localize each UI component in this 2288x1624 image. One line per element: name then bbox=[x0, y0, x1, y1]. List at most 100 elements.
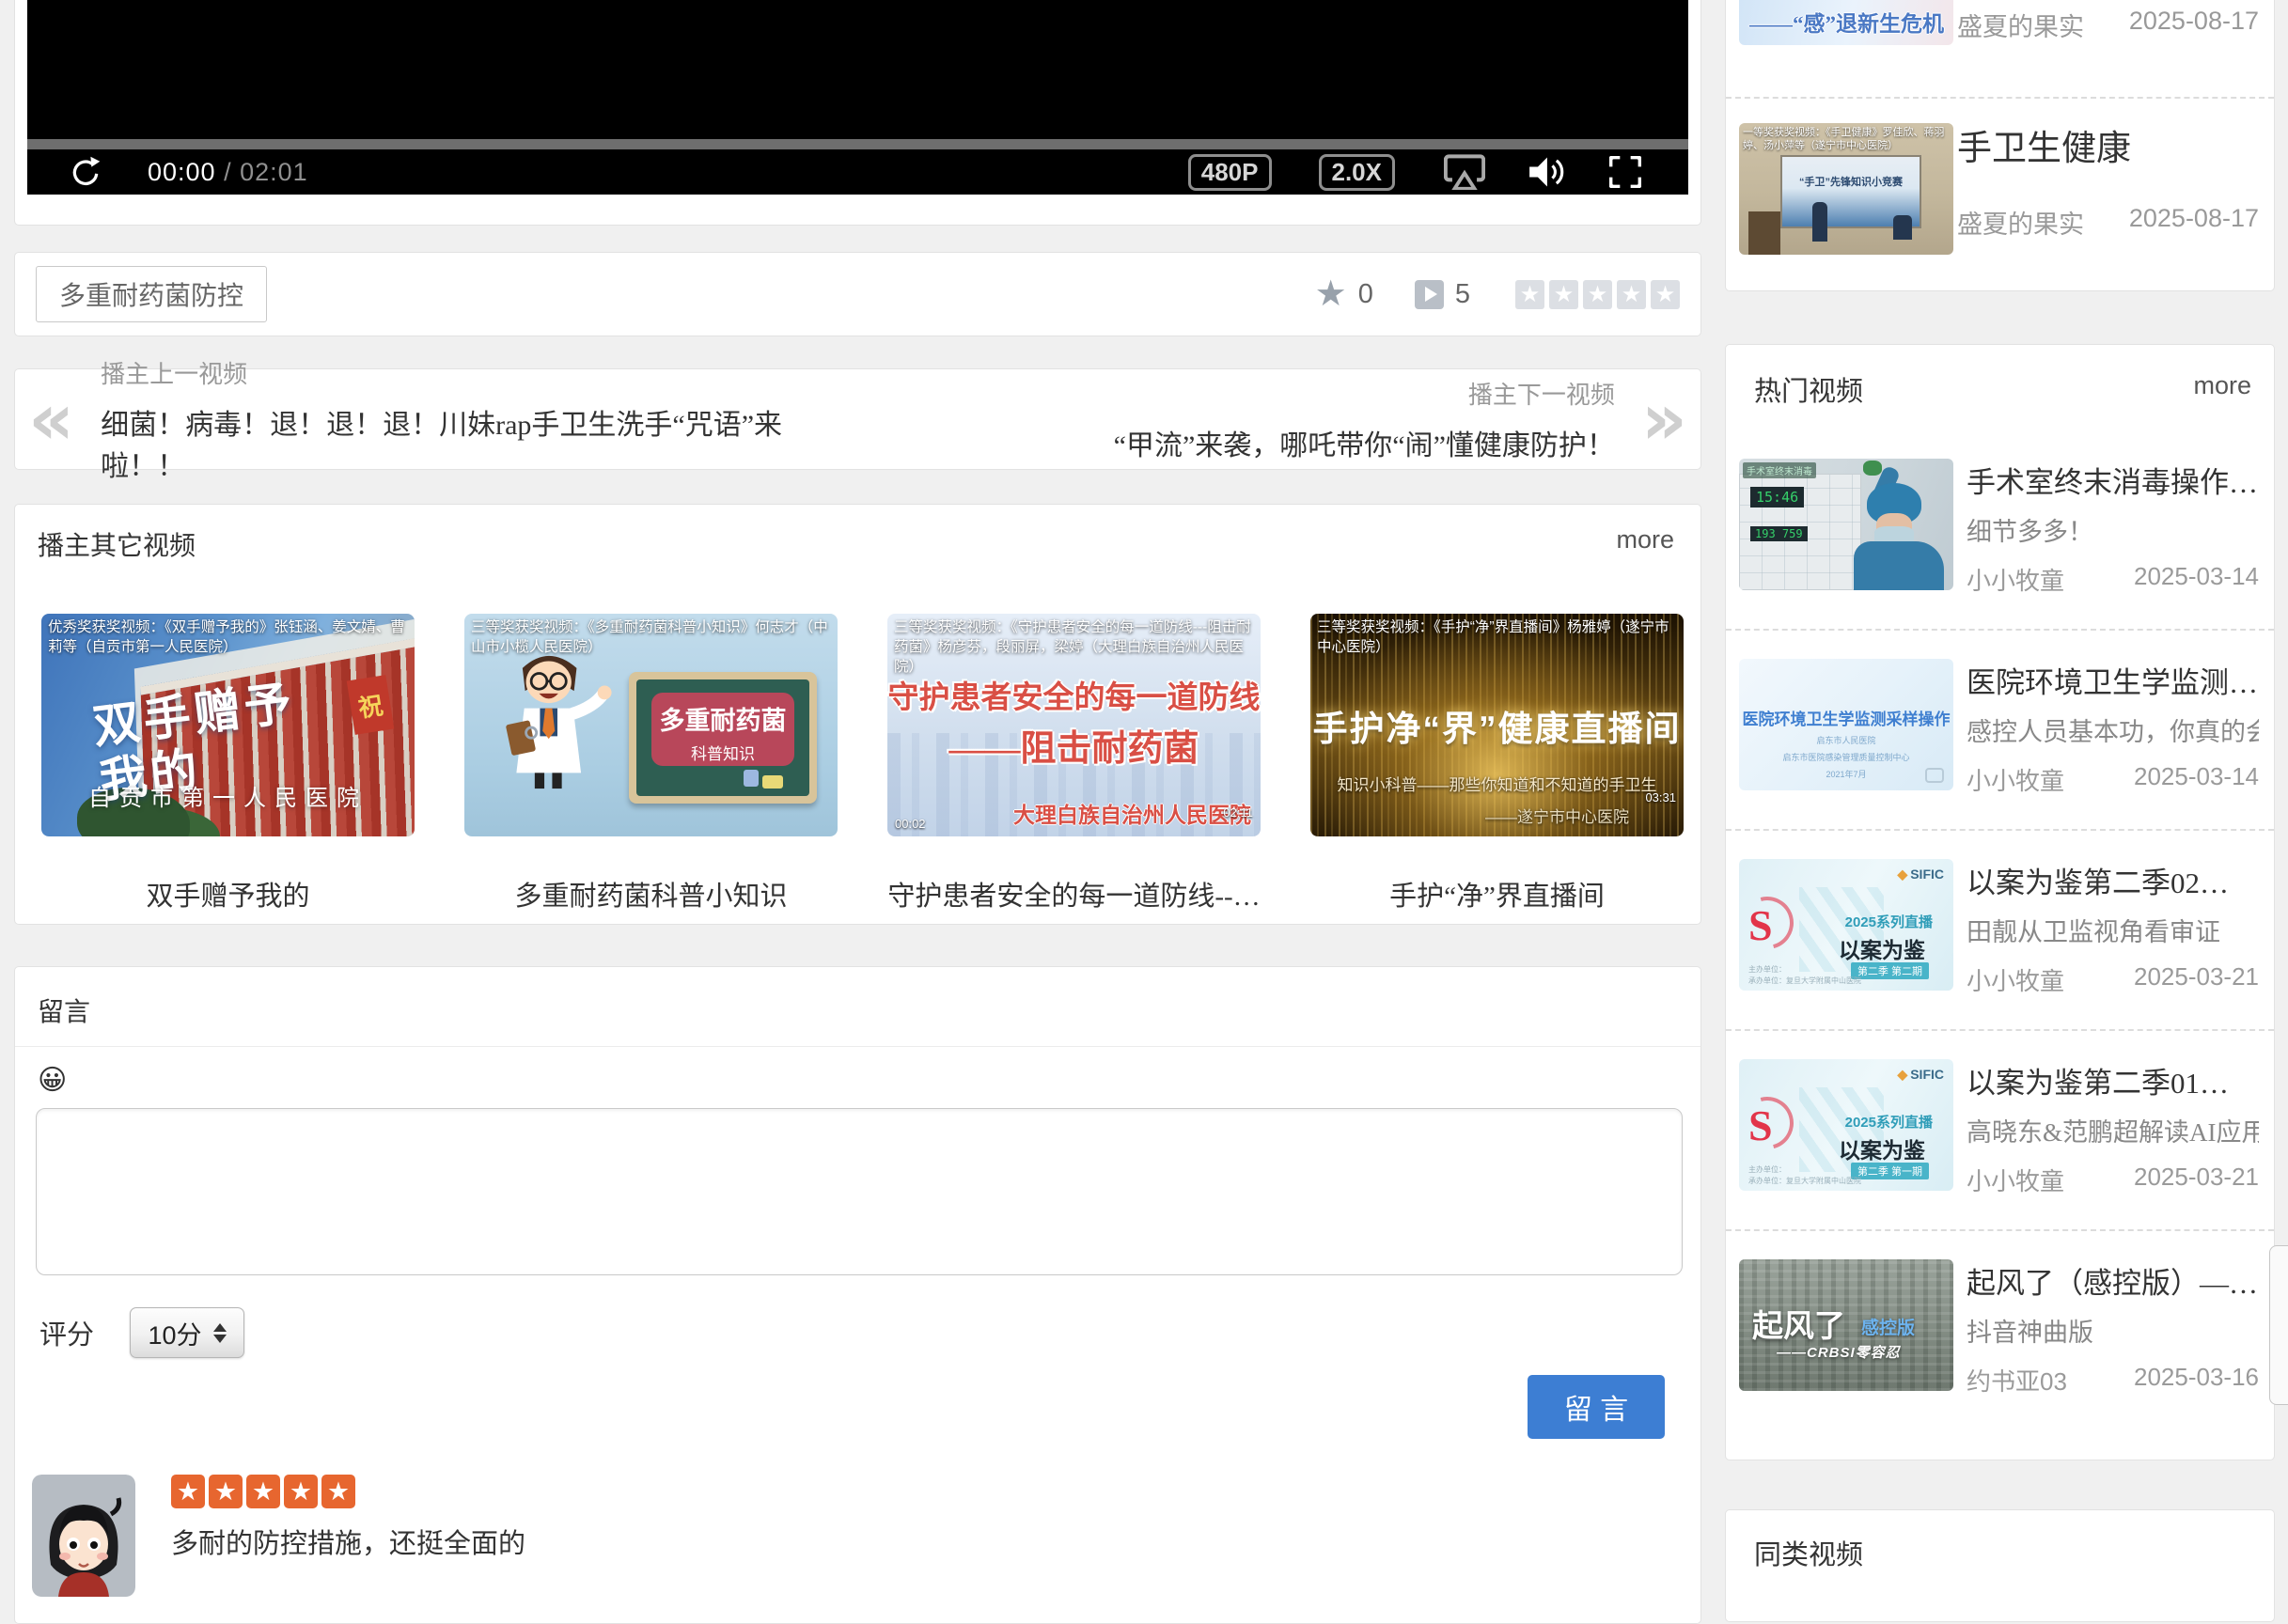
rating-star-icon[interactable]: ★ bbox=[1583, 280, 1612, 309]
video-date: 2025-03-14 bbox=[2134, 562, 2259, 597]
chevron-left-icon[interactable]: « bbox=[28, 391, 74, 448]
submit-comment-button[interactable]: 留 言 bbox=[1528, 1375, 1665, 1439]
hot-video-item[interactable]: S SIFIC 2025系列直播 以案为鉴 第二季 第一期 主办单位： 承办单位… bbox=[1739, 1059, 2259, 1210]
favorite-star-icon[interactable]: ★ bbox=[1315, 276, 1347, 312]
hot-video-item[interactable]: 医院环境卫生学监测采样操作 启东市人民医院 启东市医院感染管理质量控制中心 20… bbox=[1739, 659, 2259, 809]
video-date: 2025-03-14 bbox=[2134, 762, 2259, 797]
hot-video-item[interactable]: 起风了 感控版 ——CRBSI零容忍 起风了（感控版）—… 抖音神曲版 约书亚0… bbox=[1739, 1259, 2259, 1410]
tag-stats-card: 多重耐药菌防控 ★ 0 5 ★ ★ ★ ★ ★ bbox=[14, 252, 1701, 336]
scrollbar-thumb[interactable] bbox=[2269, 1245, 2288, 1405]
thumbnail-tag-text: 手术室终末消毒 bbox=[1743, 462, 1816, 478]
hot-video-thumbnail[interactable]: 医院环境卫生学监测采样操作 启东市人民医院 启东市医院感染管理质量控制中心 20… bbox=[1739, 659, 1953, 790]
episode-badge: 第二季 第二期 bbox=[1851, 962, 1929, 979]
video-viewport[interactable]: 00:00 / 02:01 480P 2.0X bbox=[27, 0, 1688, 195]
speed-button[interactable]: 2.0X bbox=[1319, 154, 1396, 191]
panel-digits-2: 193 759 bbox=[1750, 526, 1808, 541]
hot-video-thumbnail[interactable]: S SIFIC 2025系列直播 以案为鉴 第二季 第一期 主办单位： 承办单位… bbox=[1739, 1059, 1953, 1191]
rating-star-icon[interactable]: ★ bbox=[1651, 280, 1680, 309]
rating-star-icon[interactable]: ★ bbox=[1549, 280, 1578, 309]
favorite-count: 0 bbox=[1358, 279, 1373, 310]
hot-video-item[interactable]: 15:46 193 759 手术室终末消毒 手术室终末消毒操作… 细节多多！ 小… bbox=[1739, 459, 2259, 609]
prev-video-title[interactable]: 细菌！病毒！退！退！退！川妹rap手卫生洗手“咒语”来啦！！ bbox=[101, 401, 831, 484]
other-video-item[interactable]: 手护净“界”健康直播间 知识小科普——那些你知道和不知道的手卫生 ——遂宁市中心… bbox=[1310, 614, 1684, 914]
hot-video-desc: 田靓从卫监视角看审证 bbox=[1967, 912, 2259, 948]
thumbnail-main-text-2: ——阻击耐药菌 bbox=[887, 719, 1261, 771]
hot-video-meta: 小小牧童 2025-03-14 bbox=[1967, 762, 2259, 797]
hot-video-title[interactable]: 医院环境卫生学监测… bbox=[1967, 659, 2259, 701]
dashed-divider bbox=[1726, 1029, 2274, 1031]
chevron-right-icon[interactable]: » bbox=[1641, 391, 1687, 448]
hot-video-title[interactable]: 以案为鉴第二季01… bbox=[1967, 1059, 2259, 1101]
sific-brand: SIFIC bbox=[1897, 867, 1944, 882]
rating-label: 评分 bbox=[39, 1313, 94, 1352]
hot-video-meta: 小小牧童 2025-03-21 bbox=[1967, 962, 2259, 997]
hot-video-title[interactable]: 起风了（感控版）—… bbox=[1967, 1259, 2259, 1302]
play-count-icon bbox=[1415, 280, 1444, 309]
live-series-text: 2025系列直播 bbox=[1845, 1112, 1933, 1132]
other-video-thumbnail[interactable]: 手护净“界”健康直播间 知识小科普——那些你知道和不知道的手卫生 ——遂宁市中心… bbox=[1310, 614, 1684, 836]
section-title-other-videos: 播主其它视频 bbox=[38, 525, 196, 563]
hot-video-thumbnail[interactable]: 15:46 193 759 手术室终末消毒 bbox=[1739, 459, 1953, 590]
hot-video-title[interactable]: 以案为鉴第二季02… bbox=[1967, 859, 2259, 901]
prev-video[interactable]: 播主上一视频 细菌！病毒！退！退！退！川妹rap手卫生洗手“咒语”来啦！！ bbox=[74, 355, 857, 484]
other-video-item[interactable]: 守护患者安全的每一道防线 ——阻击耐药菌 大理白族自治州人民医院 00:02 0… bbox=[887, 614, 1261, 914]
hot-videos-more-link[interactable]: more bbox=[2193, 371, 2251, 400]
thumbnail-main-text: 起风了 bbox=[1752, 1301, 1845, 1346]
thumbnail-text: ——“感”退新生危机 bbox=[1739, 6, 1944, 38]
uploader-other-videos-card: 播主其它视频 more 祝 双手赠予我的 自贡市第一人民医院 优秀奖获奖视频：《… bbox=[14, 504, 1701, 925]
thumbnail-credit-text: ——遂宁市中心医院 bbox=[1485, 804, 1629, 827]
thumbnail-overlay-text: 三等奖获奖视频：《守护患者安全的每一道防线---阻击耐药菌》杨彦芬，段丽屏，梁婷… bbox=[894, 618, 1254, 678]
other-video-thumbnail[interactable]: 祝 双手赠予我的 自贡市第一人民医院 优秀奖获奖视频：《双手赠予我的》张钰涵、姜… bbox=[41, 614, 415, 836]
sidebar-video-thumbnail[interactable]: ——“感”退新生危机 bbox=[1739, 0, 1953, 45]
next-video[interactable]: 播主下一视频 “甲流”来袭，哪吒带你“闹”懂健康防护！ bbox=[858, 376, 1641, 463]
other-video-item[interactable]: 祝 双手赠予我的 自贡市第一人民医院 优秀奖获奖视频：《双手赠予我的》张钰涵、姜… bbox=[41, 614, 415, 914]
next-video-label: 播主下一视频 bbox=[885, 376, 1615, 411]
other-video-caption[interactable]: 多重耐药菌科普小知识 bbox=[464, 874, 838, 914]
other-video-item[interactable]: 多重耐药菌 科普知识 三等奖获奖视频：《多重耐药菌科普小知识》何志才（中山市小榄… bbox=[464, 614, 838, 914]
other-video-caption[interactable]: 双手赠予我的 bbox=[41, 874, 415, 914]
thumbnail-time-left: 00:02 bbox=[895, 817, 926, 831]
other-video-thumbnail[interactable]: 多重耐药菌 科普知识 三等奖获奖视频：《多重耐药菌科普小知识》何志才（中山市小榄… bbox=[464, 614, 838, 836]
video-author: 盛夏的果实 bbox=[1957, 7, 2084, 43]
other-videos-row: 祝 双手赠予我的 自贡市第一人民医院 优秀奖获奖视频：《双手赠予我的》张钰涵、姜… bbox=[41, 614, 1684, 914]
rating-stars: ★ ★ ★ ★ ★ bbox=[1515, 280, 1680, 309]
hot-video-thumbnail[interactable]: S SIFIC 2025系列直播 以案为鉴 第二季 第二期 主办单位： 承办单位… bbox=[1739, 859, 1953, 991]
dashed-divider bbox=[1726, 97, 2274, 99]
rating-star-icon[interactable]: ★ bbox=[1515, 280, 1544, 309]
blackboard-graphic: 多重耐药菌 科普知识 bbox=[629, 672, 817, 804]
hot-video-item[interactable]: S SIFIC 2025系列直播 以案为鉴 第二季 第二期 主办单位： 承办单位… bbox=[1739, 859, 2259, 1009]
sidebar-video-title[interactable]: 手卫生健康 bbox=[1957, 119, 2259, 170]
other-video-caption[interactable]: 守护患者安全的每一道防线--… bbox=[887, 874, 1261, 914]
other-video-caption[interactable]: 手护“净”界直播间 bbox=[1310, 874, 1684, 914]
other-video-thumbnail[interactable]: 守护患者安全的每一道防线 ——阻击耐药菌 大理白族自治州人民医院 00:02 0… bbox=[887, 614, 1261, 836]
hot-video-meta: 小小牧童 2025-03-21 bbox=[1967, 1163, 2259, 1197]
video-player-card: 00:00 / 02:01 480P 2.0X bbox=[14, 0, 1701, 226]
thumbnail-sub-text: 知识小科普——那些你知道和不知道的手卫生 bbox=[1310, 772, 1684, 795]
quality-button[interactable]: 480P bbox=[1188, 154, 1272, 191]
other-videos-more-link[interactable]: more bbox=[1616, 525, 1674, 554]
next-video-title[interactable]: “甲流”来袭，哪吒带你“闹”懂健康防护！ bbox=[885, 422, 1615, 463]
hot-video-thumbnail[interactable]: 起风了 感控版 ——CRBSI零容忍 bbox=[1739, 1259, 1953, 1391]
emoji-picker-icon[interactable]: 😀 bbox=[38, 1067, 67, 1095]
hot-video-title[interactable]: 手术室终末消毒操作… bbox=[1967, 459, 2259, 501]
video-date: 2025-03-21 bbox=[2134, 962, 2259, 997]
star-icon: ★ bbox=[246, 1475, 280, 1508]
nurse-body-graphic bbox=[1854, 541, 1944, 590]
volume-icon[interactable] bbox=[1528, 156, 1568, 188]
s-logo: S bbox=[1748, 1101, 1773, 1150]
comment-input[interactable] bbox=[36, 1108, 1683, 1275]
rating-star-icon[interactable]: ★ bbox=[1617, 280, 1646, 309]
video-tag[interactable]: 多重耐药菌防控 bbox=[36, 266, 267, 322]
video-author: 小小牧童 bbox=[1967, 762, 2064, 797]
time-divider: / bbox=[216, 158, 241, 186]
fullscreen-icon[interactable] bbox=[1609, 156, 1641, 188]
rating-select[interactable]: 10分 bbox=[130, 1307, 244, 1358]
replay-icon[interactable] bbox=[69, 155, 102, 189]
video-progress-bar[interactable] bbox=[27, 139, 1688, 149]
section-title-related-videos: 同类视频 bbox=[1754, 1533, 1863, 1572]
podium-graphic bbox=[1748, 211, 1780, 255]
cast-icon[interactable] bbox=[1444, 154, 1485, 190]
sidebar-video-thumbnail[interactable]: “手卫”先锋知识小竞赛 一等奖获奖视频：《手卫健康》罗佳欣、蒋羽婷、汤小萍等（遂… bbox=[1739, 123, 1953, 255]
thumbnail-time-right: 02:11 bbox=[1223, 805, 1253, 820]
video-time: 00:00 / 02:01 bbox=[148, 158, 308, 187]
